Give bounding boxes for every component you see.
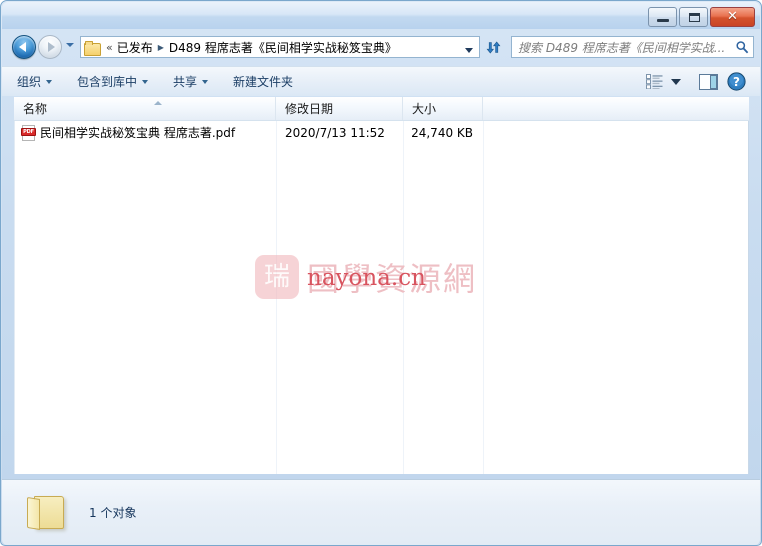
breadcrumb-item-current[interactable]: D489 程席志著《民间相学实战秘笈宝典》 [169,39,397,56]
window-controls: ✕ [648,7,755,27]
share-with-button[interactable]: 共享 [163,70,218,94]
svg-text:?: ? [733,75,740,89]
column-header-row: 名称 修改日期 大小 [14,97,749,121]
organize-label: 组织 [17,75,42,89]
list-view-icon [645,74,662,89]
chevron-down-icon [142,79,149,84]
watermark-site-name: 國學資源網 [307,260,478,298]
breadcrumb-overflow-chevron[interactable]: « [102,41,117,54]
preview-pane-button[interactable] [694,70,722,94]
file-name-cell[interactable]: PDF 民间相学实战秘笈宝典 程席志著.pdf [15,122,276,143]
sort-ascending-icon [154,101,162,105]
column-header-name[interactable]: 名称 [14,97,276,120]
column-gridline [403,121,404,474]
chevron-down-icon [46,79,53,84]
watermark-site-url: nayona.cn [307,265,426,291]
help-button[interactable]: ? [722,70,750,94]
navigation-bar: « 已发布 ▶ D489 程席志著《民间相学实战秘笈宝典》 搜索 D489 程席… [2,29,760,65]
maximize-icon [689,13,700,22]
column-header-name-label: 名称 [23,102,48,116]
table-row[interactable]: PDF 民间相学实战秘笈宝典 程席志著.pdf 2020/7/13 11:52 … [15,122,748,143]
column-header-size[interactable]: 大小 [403,97,483,120]
title-bar: ✕ [2,2,760,29]
status-bar: 1 个对象 [2,479,760,545]
column-header-filler[interactable] [483,97,749,120]
watermark: 瑞 國學資源網 nayona.cn [255,249,515,305]
refresh-button[interactable] [481,36,505,58]
preview-pane-icon [698,73,718,90]
refresh-icon [486,41,500,53]
command-toolbar: 组织 包含到库中 共享 新建文件夹 ? [2,66,760,96]
maximize-button[interactable] [679,7,708,27]
arrow-left-icon [19,42,26,52]
explorer-window: ✕ « 已发布 ▶ D489 程席志著《民间相学实战秘笈宝典》 搜索 D489 … [0,0,762,546]
address-bar[interactable]: « 已发布 ▶ D489 程席志著《民间相学实战秘笈宝典》 [80,36,480,58]
open-folder-icon [26,493,70,533]
breadcrumb-item-published[interactable]: 已发布 [117,39,153,56]
close-icon: ✕ [727,9,738,24]
column-header-date-modified[interactable]: 修改日期 [276,97,403,120]
organize-button[interactable]: 组织 [7,70,62,94]
search-box[interactable]: 搜索 D489 程席志著《民间相学实战... [511,36,754,58]
include-in-library-button[interactable]: 包含到库中 [67,70,158,94]
view-options-dropdown[interactable] [668,70,684,94]
close-button[interactable]: ✕ [710,7,755,27]
chevron-down-icon[interactable] [461,38,477,57]
share-with-label: 共享 [173,75,198,89]
file-date-modified-cell: 2020/7/13 11:52 [285,125,385,140]
file-name-label: 民间相学实战秘笈宝典 程席志著.pdf [40,126,236,140]
search-input[interactable]: 搜索 D489 程席志著《民间相学实战... [518,39,733,56]
breadcrumb-separator-icon[interactable]: ▶ [153,43,169,52]
search-icon[interactable] [735,40,749,54]
folder-icon [84,40,101,56]
new-folder-label: 新建文件夹 [233,75,294,89]
file-size-cell: 24,740 KB [411,125,473,140]
pdf-file-icon: PDF [21,124,37,141]
arrow-right-icon [48,42,55,52]
chevron-down-icon [202,79,209,84]
watermark-logo-glyph: 瑞 [263,262,290,292]
watermark-logo-icon: 瑞 [255,255,299,299]
recent-pages-dropdown-icon[interactable] [66,43,74,47]
chevron-down-icon [671,78,681,85]
item-count-label: 1 个对象 [89,506,137,520]
column-header-size-label: 大小 [412,102,437,116]
new-folder-button[interactable]: 新建文件夹 [223,70,308,94]
pdf-badge-label: PDF [21,127,36,136]
minimize-button[interactable] [648,7,677,27]
minimize-icon [657,19,669,22]
column-header-date-modified-label: 修改日期 [285,102,334,116]
toolbar-right-group: ? [640,70,760,94]
change-view-button[interactable] [640,70,668,94]
forward-button[interactable] [38,35,62,59]
include-in-library-label: 包含到库中 [77,75,138,89]
file-list[interactable]: PDF 民间相学实战秘笈宝典 程席志著.pdf 2020/7/13 11:52 … [14,121,749,474]
column-gridline [276,121,277,474]
column-gridline [483,121,484,474]
back-button[interactable] [12,35,36,59]
help-icon: ? [726,72,746,91]
